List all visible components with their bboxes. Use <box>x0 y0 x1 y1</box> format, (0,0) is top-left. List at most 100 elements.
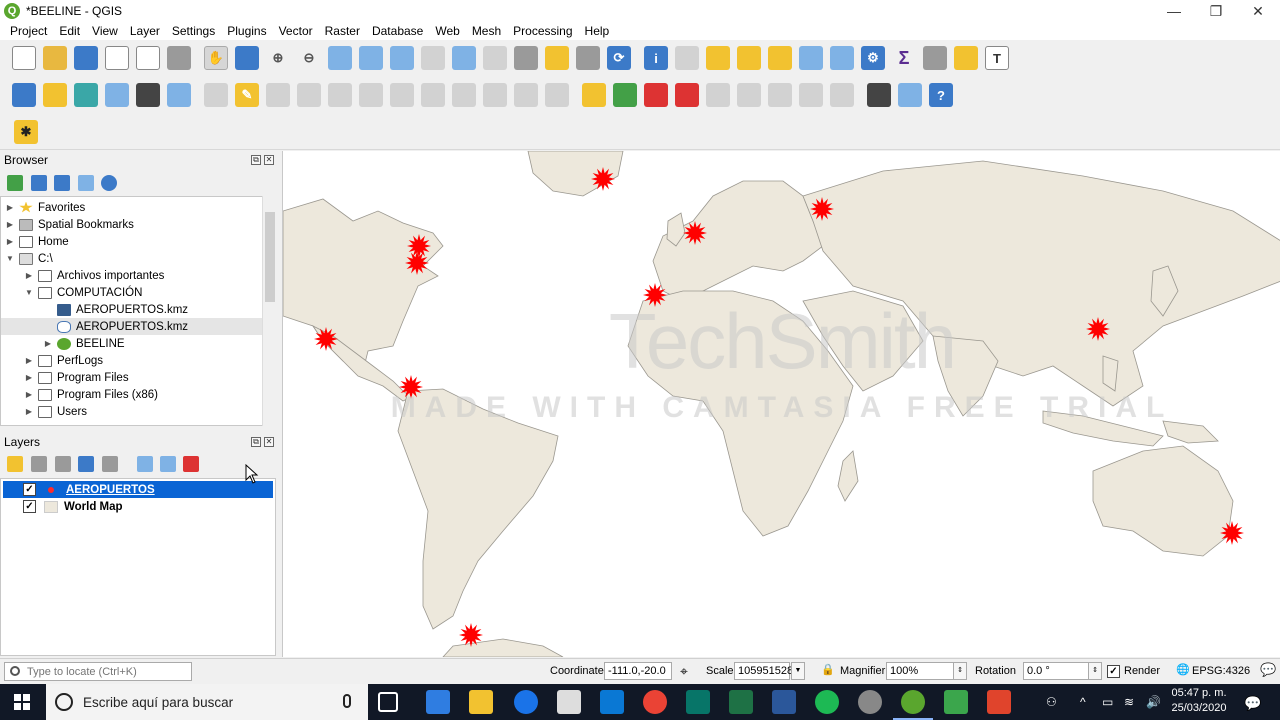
map-canvas[interactable]: TechSmith MADE WITH CAMTASIA FREE TRIAL <box>282 151 1280 657</box>
rotation-field[interactable]: 0.0 ° <box>1023 662 1089 680</box>
undo-button[interactable] <box>514 83 538 107</box>
attribute-table-button[interactable] <box>799 46 823 70</box>
pan-to-selection-button[interactable] <box>235 46 259 70</box>
scrollbar-thumb[interactable] <box>265 212 275 302</box>
paste-features-button[interactable] <box>483 83 507 107</box>
expand-arrow-icon[interactable]: ▶ <box>5 203 15 212</box>
tree-item-spatial-bookmarks[interactable]: ▶ Spatial Bookmarks <box>1 216 263 233</box>
render-checkbox[interactable]: ✓ <box>1107 665 1120 678</box>
mail-icon[interactable] <box>600 690 624 714</box>
tree-item-program-files-x86[interactable]: ▶ Program Files (x86) <box>1 386 263 403</box>
add-vector-layer-button[interactable] <box>74 83 98 107</box>
change-label-button[interactable] <box>799 83 823 107</box>
identify-button[interactable]: i <box>644 46 668 70</box>
lock-icon[interactable]: 🔒 <box>821 663 835 676</box>
expand-arrow-icon[interactable]: ▶ <box>24 271 34 280</box>
layer-visibility-checkbox[interactable]: ✓ <box>23 483 36 496</box>
messages-icon[interactable]: 💬 <box>1260 662 1276 678</box>
menu-help[interactable]: Help <box>579 24 616 38</box>
rotation-spinner[interactable]: ⇕ <box>1088 662 1102 680</box>
layer-item-world-map[interactable]: ✓ World Map <box>3 498 273 515</box>
wifi-icon[interactable]: ≋ <box>1124 695 1134 709</box>
menu-project[interactable]: Project <box>4 24 53 38</box>
menu-mesh[interactable]: Mesh <box>466 24 507 38</box>
filter-legend-button[interactable] <box>78 456 94 472</box>
new-map-view-button[interactable] <box>514 46 538 70</box>
modify-attributes-button[interactable] <box>359 83 383 107</box>
remove-layer-button[interactable] <box>183 456 199 472</box>
menu-plugins[interactable]: Plugins <box>221 24 272 38</box>
tree-item-home[interactable]: ▶ Home <box>1 233 263 250</box>
expand-arrow-icon[interactable]: ▶ <box>5 220 15 229</box>
browser-properties-button[interactable] <box>101 175 117 191</box>
save-project-button[interactable] <box>74 46 98 70</box>
layers-float-button[interactable]: ⧉ <box>251 437 261 447</box>
zoom-to-selection-button[interactable] <box>359 46 383 70</box>
redo-button[interactable] <box>545 83 569 107</box>
menu-processing[interactable]: Processing <box>507 24 578 38</box>
tree-item-aeropuertos-layer[interactable]: AEROPUERTOS.kmz <box>1 318 263 335</box>
app-grey-icon[interactable] <box>858 690 882 714</box>
browser-refresh-button[interactable] <box>31 175 47 191</box>
locator-field[interactable] <box>4 662 192 681</box>
menu-raster[interactable]: Raster <box>319 24 366 38</box>
toggle-editing-button[interactable]: ✎ <box>235 83 259 107</box>
cut-features-button[interactable] <box>421 83 445 107</box>
chrome-icon[interactable] <box>643 690 667 714</box>
menu-web[interactable]: Web <box>429 24 465 38</box>
layer-styling-button[interactable] <box>7 456 23 472</box>
select-features-button[interactable] <box>706 46 730 70</box>
expand-arrow-icon[interactable]: ▶ <box>24 356 34 365</box>
processing-toolbox-button[interactable]: ⚙ <box>861 46 885 70</box>
vertex-tool-button[interactable] <box>328 83 352 107</box>
plugin-plane-button[interactable] <box>867 83 891 107</box>
browser-float-button[interactable]: ⧉ <box>251 155 261 165</box>
expand-arrow-icon[interactable]: ▶ <box>24 373 34 382</box>
locator-input[interactable] <box>27 664 187 679</box>
zoom-last-button[interactable] <box>452 46 476 70</box>
expand-all-button[interactable] <box>137 456 153 472</box>
style-manager-button[interactable] <box>167 46 191 70</box>
scale-field[interactable]: 105951528 <box>734 662 793 680</box>
browser-add-layer-button[interactable] <box>7 175 23 191</box>
publisher-icon[interactable] <box>686 690 710 714</box>
people-icon[interactable]: ⚇ <box>1046 695 1057 709</box>
expand-arrow-icon[interactable]: ▶ <box>24 407 34 416</box>
add-feature-button[interactable] <box>297 83 321 107</box>
browser-scrollbar[interactable] <box>262 196 276 426</box>
menu-database[interactable]: Database <box>366 24 429 38</box>
layer-item-aeropuertos[interactable]: ✓ AEROPUERTOS <box>3 481 273 498</box>
add-virtual-layer-button[interactable] <box>167 83 191 107</box>
manage-map-themes-button[interactable] <box>55 456 71 472</box>
battery-icon[interactable]: ▭ <box>1102 695 1113 709</box>
browser-close-button[interactable]: ✕ <box>264 155 274 165</box>
taskbar-search-box[interactable]: Escribe aquí para buscar <box>46 684 368 720</box>
collapse-arrow-icon[interactable]: ▼ <box>5 254 15 263</box>
layer-visibility-checkbox[interactable]: ✓ <box>23 500 36 513</box>
new-geopackage-layer-button[interactable] <box>43 83 67 107</box>
file-explorer-icon[interactable] <box>469 690 493 714</box>
close-button[interactable]: ✕ <box>1236 0 1280 22</box>
show-hide-labels-button[interactable] <box>706 83 730 107</box>
crs-button[interactable]: EPSG:4326 <box>1192 665 1250 677</box>
word-icon[interactable] <box>772 690 796 714</box>
tree-item-c-drive[interactable]: ▼ C:\ <box>1 250 263 267</box>
camtasia-green-icon[interactable] <box>944 690 968 714</box>
toggle-extents-icon[interactable]: ⌖ <box>680 663 688 680</box>
tree-item-program-files[interactable]: ▶ Program Files <box>1 369 263 386</box>
layout-manager-button[interactable] <box>136 46 160 70</box>
collapse-all-button[interactable] <box>160 456 176 472</box>
pan-map-button[interactable]: ✋ <box>204 46 228 70</box>
menu-vector[interactable]: Vector <box>273 24 319 38</box>
measure-line-button[interactable] <box>923 46 947 70</box>
zoom-full-button[interactable] <box>328 46 352 70</box>
notifications-icon[interactable]: 💬 <box>1244 695 1261 712</box>
tree-item-perflogs[interactable]: ▶ PerfLogs <box>1 352 263 369</box>
edge-icon[interactable] <box>514 690 538 714</box>
menu-view[interactable]: View <box>86 24 124 38</box>
expand-arrow-icon[interactable]: ▶ <box>5 237 15 246</box>
highlight-pinned-labels-button[interactable] <box>644 83 668 107</box>
task-view-icon[interactable] <box>378 692 398 712</box>
maximize-button[interactable]: ❐ <box>1194 0 1238 22</box>
qgis-taskbar-icon[interactable] <box>893 690 933 720</box>
